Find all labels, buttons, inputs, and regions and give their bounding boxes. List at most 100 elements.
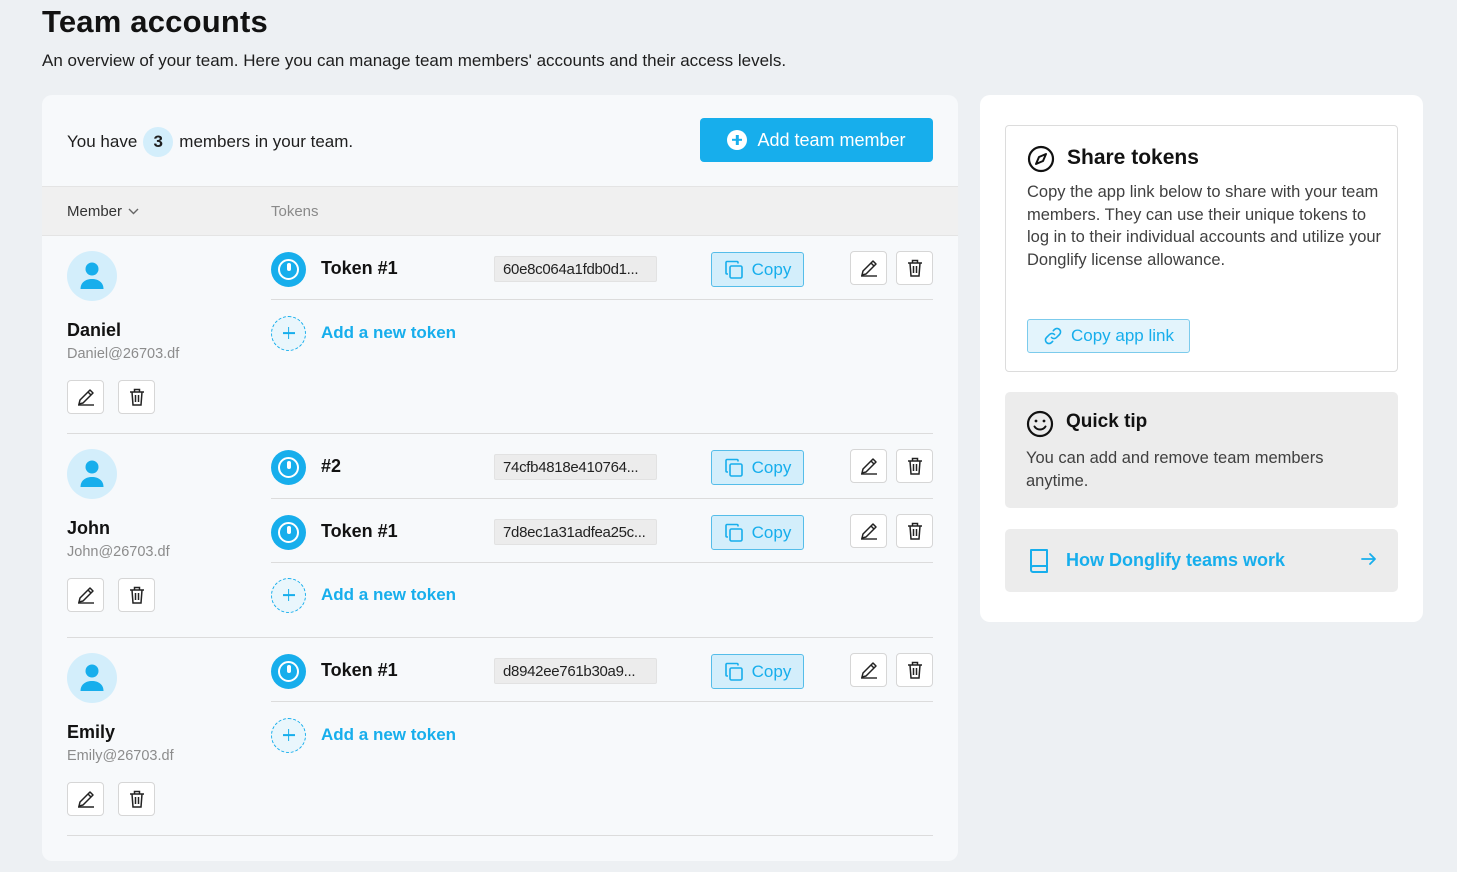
add-icon <box>271 717 306 753</box>
delete-member-button[interactable] <box>118 578 155 612</box>
trash-icon <box>129 790 144 808</box>
edit-member-button[interactable] <box>67 782 104 816</box>
copy-token-button[interactable]: Copy <box>711 654 804 689</box>
edit-token-button[interactable] <box>850 251 887 285</box>
avatar <box>67 653 117 703</box>
member-row: John John@26703.df #2 74cfb4818e410764..… <box>67 434 933 638</box>
pencil-icon <box>860 523 877 540</box>
add-token-button[interactable]: Add a new token <box>271 715 456 755</box>
token-row: Token #1 d8942ee761b30a9... Copy <box>271 638 933 702</box>
add-token-button[interactable]: Add a new token <box>271 575 456 615</box>
copy-icon <box>724 260 743 279</box>
member-count-text: You have 3 members in your team. <box>67 127 353 157</box>
tokens-column-label: Tokens <box>271 203 319 220</box>
token-value: d8942ee761b30a9... <box>494 658 657 684</box>
key-icon <box>271 515 306 550</box>
delete-member-button[interactable] <box>118 380 155 414</box>
arrow-right-icon <box>1361 553 1376 565</box>
add-token-button[interactable]: Add a new token <box>271 313 456 353</box>
token-value: 60e8c064a1fdb0d1... <box>494 256 657 282</box>
quick-tip-panel: Quick tip You can add and remove team me… <box>1005 392 1398 508</box>
edit-member-button[interactable] <box>67 380 104 414</box>
copy-label: Copy <box>751 259 792 279</box>
compass-icon <box>1027 145 1055 173</box>
avatar <box>67 449 117 499</box>
team-members-card: You have 3 members in your team. Add tea… <box>42 95 958 861</box>
pencil-icon <box>860 662 877 679</box>
add-token-label: Add a new token <box>321 323 457 342</box>
page-title: Team accounts <box>42 4 268 39</box>
trash-icon <box>907 522 922 540</box>
key-icon <box>271 654 306 689</box>
member-column-sort[interactable]: Member <box>67 203 139 220</box>
smiley-icon <box>1026 410 1054 438</box>
add-team-member-button[interactable]: Add team member <box>700 118 933 162</box>
edit-token-button[interactable] <box>850 653 887 687</box>
edit-token-button[interactable] <box>850 514 887 548</box>
avatar <box>67 251 117 301</box>
member-count-suffix: members in your team. <box>179 132 354 151</box>
member-name: Daniel <box>67 320 122 340</box>
member-email: Emily@26703.df <box>67 748 174 764</box>
copy-token-button[interactable]: Copy <box>711 450 804 485</box>
book-icon <box>1030 549 1048 573</box>
link-icon <box>1044 327 1062 345</box>
token-value: 7d8ec1a31adfea25c... <box>494 519 657 545</box>
chevron-down-icon <box>128 208 139 215</box>
token-name: Token #1 <box>321 660 398 680</box>
pencil-icon <box>860 458 877 475</box>
copy-token-button[interactable]: Copy <box>711 252 804 287</box>
quick-tip-title: Quick tip <box>1066 411 1148 432</box>
member-email: John@26703.df <box>67 544 170 560</box>
copy-icon <box>724 458 743 477</box>
table-header: Member Tokens <box>42 186 958 236</box>
copy-app-link-button[interactable]: Copy app link <box>1027 319 1190 353</box>
copy-app-link-label: Copy app link <box>1070 326 1174 345</box>
trash-icon <box>129 388 144 406</box>
pencil-icon <box>77 791 94 808</box>
key-icon <box>271 450 306 485</box>
token-name: Token #1 <box>321 258 398 278</box>
member-count-prefix: You have <box>67 132 138 151</box>
how-teams-work-label: How Donglify teams work <box>1066 550 1286 570</box>
add-token-label: Add a new token <box>321 585 457 604</box>
token-name: #2 <box>321 456 342 476</box>
key-icon <box>271 252 306 287</box>
copy-icon <box>724 662 743 681</box>
how-teams-work-link[interactable]: How Donglify teams work <box>1005 529 1398 592</box>
team-summary-header: You have 3 members in your team. Add tea… <box>42 95 958 186</box>
trash-icon <box>907 457 922 475</box>
copy-label: Copy <box>751 522 792 542</box>
token-row: Token #1 60e8c064a1fdb0d1... Copy <box>271 236 933 300</box>
add-icon <box>271 577 306 613</box>
quick-tip-text: You can add and remove team members anyt… <box>1026 449 1324 490</box>
delete-token-button[interactable] <box>896 449 933 483</box>
page-subtitle: An overview of your team. Here you can m… <box>42 51 787 70</box>
delete-token-button[interactable] <box>896 514 933 548</box>
pencil-icon <box>860 260 877 277</box>
delete-token-button[interactable] <box>896 251 933 285</box>
edit-member-button[interactable] <box>67 578 104 612</box>
member-column-label: Member <box>67 203 123 220</box>
delete-token-button[interactable] <box>896 653 933 687</box>
copy-label: Copy <box>751 661 792 681</box>
member-name: Emily <box>67 722 116 742</box>
side-panel: Share tokens Copy the app link below to … <box>980 95 1423 622</box>
delete-member-button[interactable] <box>118 782 155 816</box>
pencil-icon <box>77 389 94 406</box>
share-tokens-title: Share tokens <box>1067 146 1199 169</box>
copy-token-button[interactable]: Copy <box>711 515 804 550</box>
pencil-icon <box>77 587 94 604</box>
share-tokens-description: Copy the app link below to share with yo… <box>1027 183 1382 269</box>
trash-icon <box>129 586 144 604</box>
share-tokens-panel: Share tokens Copy the app link below to … <box>1005 125 1398 372</box>
user-icon <box>80 262 104 289</box>
edit-token-button[interactable] <box>850 449 887 483</box>
add-icon <box>271 315 306 351</box>
trash-icon <box>907 259 922 277</box>
user-icon <box>80 664 104 691</box>
add-token-label: Add a new token <box>321 725 457 744</box>
user-icon <box>80 460 104 487</box>
token-value: 74cfb4818e410764... <box>494 454 657 480</box>
member-row: Daniel Daniel@26703.df Token #1 60e8c064… <box>67 236 933 434</box>
